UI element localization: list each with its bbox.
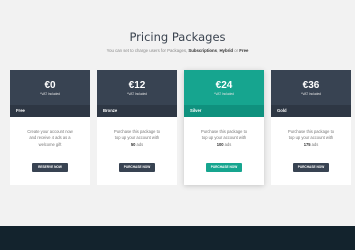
- pricing-card-silver: €24 *VAT Included Silver Purchase this p…: [184, 70, 264, 185]
- desc-line: Purchase this package to: [288, 129, 334, 134]
- card-header: €0 *VAT Included Free: [10, 70, 90, 117]
- card-header: €12 *VAT Included Bronze: [97, 70, 177, 117]
- card-description: Create your account now and receive 4 ad…: [16, 129, 84, 148]
- card-header: €24 *VAT Included Silver: [184, 70, 264, 117]
- desc-line: welcome gift: [38, 141, 62, 147]
- pricing-card-free: €0 *VAT Included Free Create your accoun…: [10, 70, 90, 185]
- card-price: €12: [128, 80, 146, 91]
- card-description: Purchase this package to top up your acc…: [277, 129, 345, 148]
- desc-line: top up your account with: [288, 135, 334, 141]
- pricing-card-gold: €36 *VAT Included Gold Purchase this pac…: [271, 70, 351, 185]
- purchase-now-button[interactable]: PURCHASE NOW: [119, 163, 155, 172]
- desc-amount: 175: [303, 141, 311, 147]
- desc-unit: ads: [310, 141, 319, 147]
- card-vat-note: *VAT Included: [40, 92, 60, 96]
- desc-unit: ads: [135, 141, 144, 147]
- desc-line: Create your account now: [27, 129, 73, 134]
- subtitle-subscriptions: Subscriptions: [188, 48, 218, 53]
- desc-unit: ads: [223, 141, 232, 147]
- desc-line: Purchase this package to: [201, 129, 247, 134]
- reserve-now-button[interactable]: RESERVE NOW: [32, 163, 68, 172]
- card-price: €36: [302, 80, 320, 91]
- card-package-name: Silver: [184, 105, 264, 117]
- purchase-now-button[interactable]: PURCHASE NOW: [293, 163, 329, 172]
- desc-line: and receive 4 ads as a: [29, 135, 71, 141]
- purchase-now-button[interactable]: PURCHASE NOW: [206, 163, 242, 172]
- card-vat-note: *VAT Included: [301, 92, 321, 96]
- card-package-name: Bronze: [97, 105, 177, 117]
- card-price: €24: [215, 80, 233, 91]
- card-price: €0: [44, 80, 56, 91]
- subtitle-free: Free: [239, 48, 249, 53]
- card-description: Purchase this package to top up your acc…: [190, 129, 258, 148]
- card-vat-note: *VAT Included: [127, 92, 147, 96]
- desc-line: top up your account with: [201, 135, 247, 141]
- desc-amount: 100: [216, 141, 224, 147]
- page-footer: [0, 226, 355, 250]
- page-subtitle: You can set to charge users for Packages…: [0, 48, 355, 53]
- page-title: Pricing Packages: [129, 30, 226, 44]
- pricing-cards: €0 *VAT Included Free Create your accoun…: [10, 70, 351, 185]
- subtitle-hybrid: Hybrid: [219, 48, 234, 53]
- subtitle-text: You can set to charge users for Packages…: [106, 48, 189, 53]
- card-header: €36 *VAT Included Gold: [271, 70, 351, 117]
- card-package-name: Gold: [271, 105, 351, 117]
- card-vat-note: *VAT Included: [214, 92, 234, 96]
- desc-line: top up your account with: [114, 135, 160, 141]
- card-package-name: Free: [10, 105, 90, 117]
- pricing-card-bronze: €12 *VAT Included Bronze Purchase this p…: [97, 70, 177, 185]
- desc-line: Purchase this package to: [114, 129, 160, 134]
- card-description: Purchase this package to top up your acc…: [103, 129, 171, 148]
